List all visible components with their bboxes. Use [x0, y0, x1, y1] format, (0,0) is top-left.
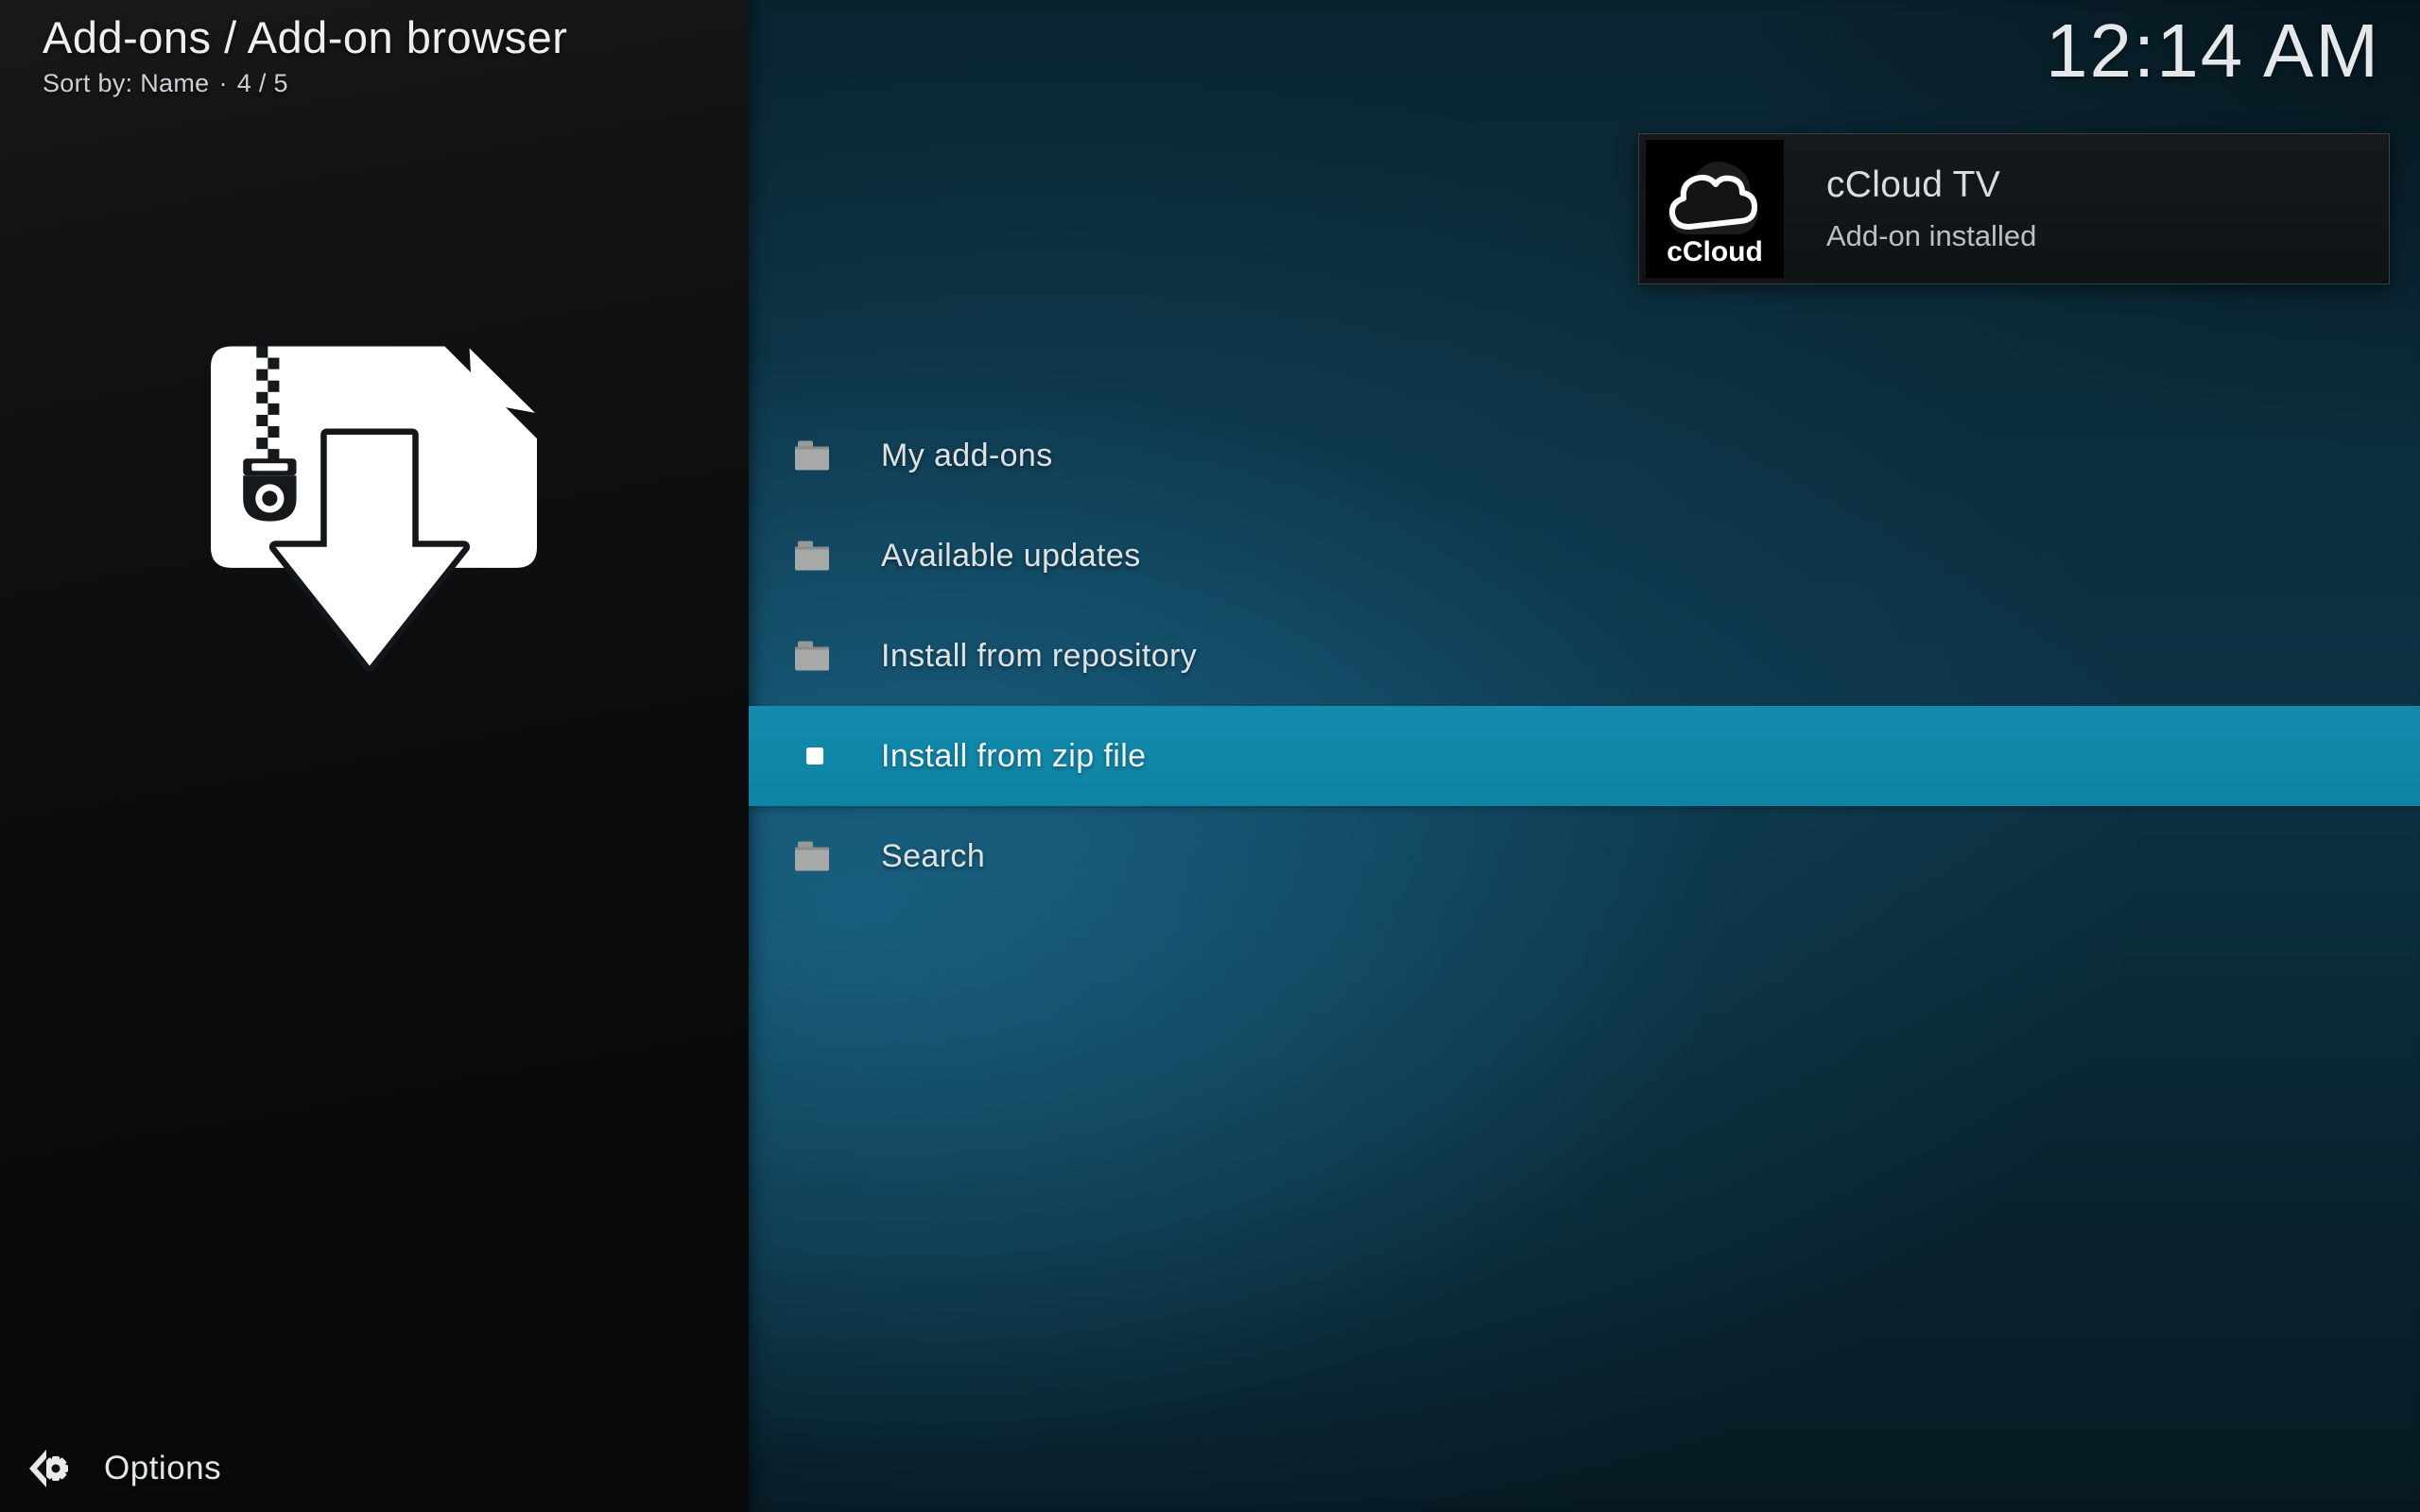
notification-texts: cCloud TV Add-on installed — [1826, 164, 2036, 253]
options-label: Options — [104, 1450, 222, 1486]
square-bullet-icon — [806, 747, 823, 765]
addon-browser-menu: My add-ons Available updates Install fro… — [749, 405, 2420, 906]
clock: 12:14 AM — [2045, 9, 2380, 93]
folder-icon — [795, 841, 829, 871]
menu-item-search[interactable]: Search — [749, 806, 2420, 906]
zip-file-download-icon — [211, 346, 537, 671]
folder-icon — [795, 641, 829, 671]
folder-icon — [795, 440, 829, 471]
page-title: Add-ons / Add-on browser — [43, 12, 568, 62]
addon-installed-notification: cCloud cCloud TV Add-on installed — [1638, 133, 2390, 284]
sort-by-label: Sort by: Name — [43, 69, 210, 97]
menu-item-install-from-zip-file[interactable]: Install from zip file — [749, 706, 2420, 806]
menu-item-label: Search — [881, 837, 986, 874]
menu-item-my-add-ons[interactable]: My add-ons — [749, 405, 2420, 506]
menu-item-available-updates[interactable]: Available updates — [749, 506, 2420, 606]
subtitle-separator: · — [218, 69, 228, 97]
notification-message: Add-on installed — [1826, 219, 2037, 252]
svg-text:cCloud: cCloud — [1667, 236, 1763, 267]
folder-icon — [795, 541, 829, 571]
menu-item-install-from-repository[interactable]: Install from repository — [749, 606, 2420, 706]
menu-item-label: My add-ons — [881, 437, 1053, 473]
page-header: Add-ons / Add-on browser Sort by: Name · 4… — [43, 11, 567, 98]
menu-item-label: Available updates — [881, 537, 1141, 574]
ccloud-cloud-logo-icon: cCloud — [1646, 140, 1784, 278]
menu-item-label: Install from zip file — [881, 737, 1147, 774]
menu-item-label: Install from repository — [881, 637, 1198, 674]
addon-browser-panel: 12:14 AM cCloud cCloud TV Add-on install… — [749, 0, 2420, 1512]
options-gear-arrow-icon — [29, 1450, 68, 1487]
notification-title: cCloud TV — [1826, 164, 2001, 205]
position-indicator: 4 / 5 — [236, 69, 288, 97]
left-info-panel: Add-ons / Add-on browser Sort by: Name · 4… — [0, 0, 749, 1512]
page-subtitle: Sort by: Name · 4 / 5 — [43, 69, 567, 98]
options-button[interactable]: Options — [26, 1446, 221, 1491]
